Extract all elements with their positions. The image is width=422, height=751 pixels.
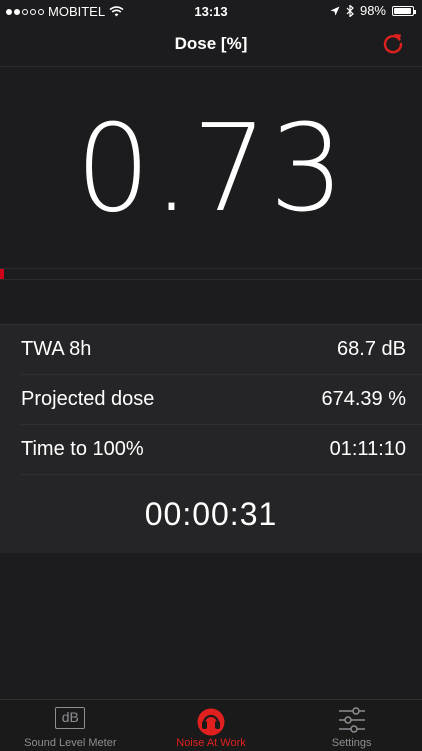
page-title: Dose [%] [174,34,248,53]
tab-noise-at-work[interactable]: Noise At Work [141,700,282,751]
ear-protection-icon [197,708,225,736]
stat-value: 674.39 % [321,388,406,410]
battery-percent: 98% [359,3,386,18]
tab-label: Settings [331,737,372,749]
tab-label: Sound Level Meter [24,737,117,749]
status-right: 98% [330,3,416,18]
tab-bar: dB Sound Level Meter Noise At Work Setti… [0,699,422,751]
tab-label: Noise At Work [176,737,246,749]
dose-display: 0.73 [0,67,422,268]
tab-settings[interactable]: Settings [281,700,422,751]
stat-row-twa: TWA 8h 68.7 dB [21,325,422,375]
stat-label: TWA 8h [21,338,92,360]
stat-value: 68.7 dB [337,338,406,360]
dose-progress-fill [0,269,4,279]
sliders-icon [338,707,365,733]
tab-sound-level-meter[interactable]: dB Sound Level Meter [0,700,141,751]
stat-label: Projected dose [21,388,155,410]
nav-bar: Dose [%] [0,22,422,67]
db-icon: dB [55,707,86,729]
dose-value: 0.73 [75,97,347,238]
elapsed-timer: 00:00:31 [144,495,278,532]
stat-value: 01:11:10 [329,438,406,460]
location-arrow-icon [330,6,340,15]
stats-panel: TWA 8h 68.7 dB Projected dose 674.39 % T… [0,324,422,553]
refresh-icon[interactable] [380,31,406,57]
bluetooth-icon [346,4,354,17]
stat-row-projected-dose: Projected dose 674.39 % [21,375,422,425]
status-bar: MOBITEL 13:13 98% [0,0,422,22]
stat-row-time-to-100: Time to 100% 01:11:10 [21,425,422,475]
stat-label: Time to 100% [21,438,144,460]
battery-icon [392,5,416,16]
dose-progress-bar [0,268,422,280]
